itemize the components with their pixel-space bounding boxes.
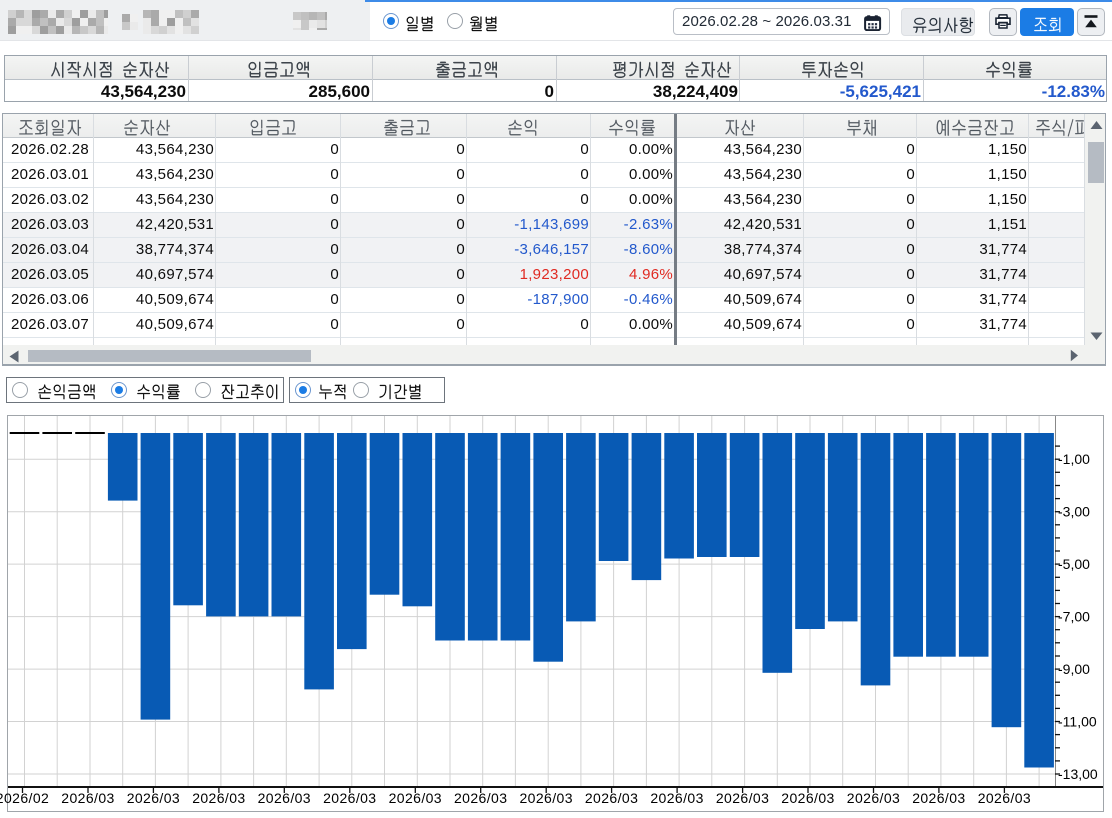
svg-text:2026/03: 2026/03 [127, 790, 180, 806]
svg-text:2026/03: 2026/03 [454, 790, 507, 806]
svg-text:-9,00: -9,00 [1058, 661, 1090, 677]
svg-text:-3,00: -3,00 [1058, 504, 1090, 520]
svg-text:2026/03: 2026/03 [258, 790, 311, 806]
svg-text:2026/03: 2026/03 [323, 790, 376, 806]
svg-text:2026/03: 2026/03 [61, 790, 114, 806]
svg-text:-1,00: -1,00 [1058, 451, 1090, 467]
svg-text:2026/03: 2026/03 [650, 790, 703, 806]
svg-text:2026/02: 2026/02 [0, 790, 49, 806]
svg-text:2026/03: 2026/03 [389, 790, 442, 806]
svg-text:2026/03: 2026/03 [978, 790, 1031, 806]
svg-text:2026/03: 2026/03 [912, 790, 965, 806]
svg-text:-11,00: -11,00 [1058, 714, 1097, 730]
svg-text:2026/03: 2026/03 [781, 790, 834, 806]
svg-text:2026/03: 2026/03 [716, 790, 769, 806]
svg-text:-13,00: -13,00 [1058, 766, 1098, 782]
svg-text:2026/03: 2026/03 [192, 790, 245, 806]
svg-text:-7,00: -7,00 [1058, 609, 1090, 625]
svg-text:-5,00: -5,00 [1058, 556, 1090, 572]
svg-text:2026/03: 2026/03 [847, 790, 900, 806]
svg-text:2026/03: 2026/03 [585, 790, 638, 806]
svg-text:2026/03: 2026/03 [519, 790, 572, 806]
